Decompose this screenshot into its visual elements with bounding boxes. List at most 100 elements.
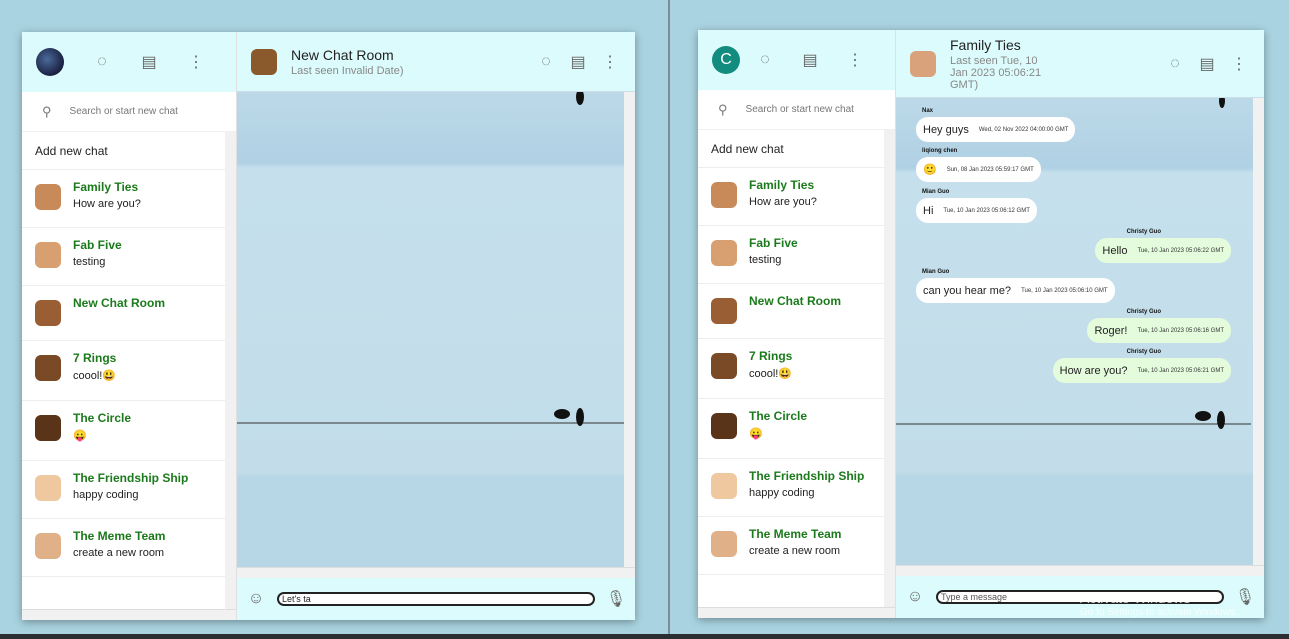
room-avatar xyxy=(35,475,61,501)
chat-list-scrollbar[interactable] xyxy=(225,132,236,609)
room-last-message: coool!😃 xyxy=(73,370,117,382)
room-last-message: happy coding xyxy=(73,489,139,501)
search-bar[interactable]: ⚲ Search or start new chat xyxy=(22,92,236,132)
microphone-icon[interactable]: 🎙 xyxy=(1234,586,1256,608)
chat-title: Family Ties xyxy=(950,36,1021,53)
message-sender: Nax xyxy=(922,108,934,114)
chat-body: Nax Hey guys Wed, 02 Nov 2022 04:00:00 GMT… xyxy=(896,98,1264,565)
room-name: The Friendship Ship xyxy=(73,471,189,485)
room-avatar xyxy=(711,413,737,439)
chat-room-item[interactable]: The Meme Team create a new room xyxy=(22,519,236,577)
room-name: Family Ties xyxy=(73,180,139,194)
chat-room-item[interactable]: Family Ties How are you? xyxy=(698,168,895,226)
room-avatar xyxy=(35,300,61,326)
search-input[interactable]: Search or start new chat xyxy=(70,106,178,117)
chat-room-item[interactable]: The Friendship Ship happy coding xyxy=(698,459,895,517)
message-text: How are you? xyxy=(1059,364,1128,377)
chat-room-item[interactable]: The Friendship Ship happy coding xyxy=(22,461,236,519)
chat-list-scrollbar[interactable] xyxy=(884,130,895,607)
chat-room-item[interactable]: Fab Five testing xyxy=(22,228,236,286)
message-bubble: Hi Tue, 10 Jan 2023 05:06:12 GMT xyxy=(916,198,1037,223)
chat-header: New Chat Room Last seen Invalid Date) ◌ ▤… xyxy=(237,32,635,92)
chat-list: Add new chat Family Ties How are you? Fab … xyxy=(698,130,895,607)
chat-scrollbar[interactable] xyxy=(624,92,635,567)
sidebar-header: C ◌ ▤ ⋮ xyxy=(698,30,895,90)
room-name: Fab Five xyxy=(749,236,798,250)
add-new-chat[interactable]: Add new chat xyxy=(698,130,895,168)
search-bar[interactable]: ⚲ Search or start new chat xyxy=(698,90,895,130)
search-input[interactable]: Search or start new chat xyxy=(746,104,854,115)
more-vertical-icon[interactable]: ⋮ xyxy=(1228,53,1250,75)
circle-notch-icon[interactable]: ◌ xyxy=(1164,53,1186,75)
last-seen: Last seen Invalid Date) xyxy=(291,64,404,77)
message-icon[interactable]: ▤ xyxy=(138,51,160,73)
message-composer: ☺ Let's ta 🎙 xyxy=(237,578,635,620)
screen-divider xyxy=(668,0,670,634)
chat-room-item[interactable]: The Meme Team create a new room xyxy=(698,517,895,575)
room-avatar xyxy=(711,240,737,266)
message: Christy Guo Roger! Tue, 10 Jan 2023 05:06:… xyxy=(1087,309,1231,343)
room-last-message: How are you? xyxy=(73,198,141,210)
message: Christy Guo Hello Tue, 10 Jan 2023 05:06:2… xyxy=(1095,229,1231,263)
user-avatar[interactable]: C xyxy=(712,46,740,74)
circle-notch-icon[interactable]: ◌ xyxy=(754,49,776,71)
circle-notch-icon[interactable]: ◌ xyxy=(535,51,557,73)
chat-hscrollbar[interactable] xyxy=(237,567,635,578)
chat-room-item[interactable]: 7 Rings coool!😃 xyxy=(698,339,895,399)
chat-scrollbar[interactable] xyxy=(1253,98,1264,565)
sidebar-header: ◌ ▤ ⋮ xyxy=(22,32,236,92)
message-bubble: can you hear me? Tue, 10 Jan 2023 05:06:1… xyxy=(916,278,1115,303)
message-time: Tue, 10 Jan 2023 05:06:12 GMT xyxy=(943,207,1030,214)
chat-room-item[interactable]: The Circle 😛 xyxy=(22,401,236,461)
chat-room-item[interactable]: The Circle 😛 xyxy=(698,399,895,459)
message-sender: Christy Guo xyxy=(1126,349,1161,355)
room-avatar xyxy=(910,50,936,77)
chat-room-item[interactable]: New Chat Room xyxy=(698,284,895,339)
room-name: The Meme Team xyxy=(73,529,166,543)
chat-list: Add new chat Family Ties How are you? Fab … xyxy=(22,132,236,609)
room-name: New Chat Room xyxy=(749,294,842,308)
circle-notch-icon[interactable]: ◌ xyxy=(91,51,113,73)
horizontal-scrollbar[interactable] xyxy=(698,607,895,618)
room-last-message: create a new room xyxy=(749,545,841,557)
chat-room-item[interactable]: 7 Rings coool!😃 xyxy=(22,341,236,401)
user-avatar[interactable] xyxy=(36,48,64,76)
add-new-chat[interactable]: Add new chat xyxy=(22,132,236,170)
message-input[interactable]: Let's ta xyxy=(277,592,595,606)
message-time: Tue, 10 Jan 2023 05:06:22 GMT xyxy=(1137,247,1225,254)
more-vertical-icon[interactable]: ⋮ xyxy=(844,49,866,71)
room-avatar xyxy=(711,531,737,557)
chat-body xyxy=(237,92,635,567)
horizontal-scrollbar[interactable] xyxy=(22,609,236,620)
message-time: Sun, 08 Jan 2023 05:59:17 GMT xyxy=(946,166,1034,173)
activate-windows-sub: Go to Settings to activate Windows. xyxy=(1080,607,1238,618)
smile-icon[interactable]: ☺ xyxy=(245,588,267,610)
more-vertical-icon[interactable]: ⋮ xyxy=(599,51,621,73)
message: Christy Guo How are you? Tue, 10 Jan 2023 … xyxy=(1052,349,1231,383)
room-avatar xyxy=(711,298,737,324)
more-vertical-icon[interactable]: ⋮ xyxy=(185,51,207,73)
message: Mian Guo Hi Tue, 10 Jan 2023 05:06:12 GMT xyxy=(916,189,1037,223)
room-name: The Circle xyxy=(749,409,808,423)
message-sender: liqiong chen xyxy=(922,148,958,154)
microphone-icon[interactable]: 🎙 xyxy=(605,588,627,610)
room-name: 7 Rings xyxy=(73,351,117,365)
chat-room-item[interactable]: Family Ties How are you? xyxy=(22,170,236,228)
room-avatar xyxy=(711,353,737,379)
room-avatar xyxy=(35,533,61,559)
room-name: The Friendship Ship xyxy=(749,469,865,483)
message-text: Roger! xyxy=(1094,324,1128,337)
search-icon: ⚲ xyxy=(42,103,52,119)
message-time: Tue, 10 Jan 2023 05:06:10 GMT xyxy=(1021,287,1108,294)
message-icon[interactable]: ▤ xyxy=(799,49,821,71)
message-icon[interactable]: ▤ xyxy=(567,51,589,73)
message-bubble: Hello Tue, 10 Jan 2023 05:06:22 GMT xyxy=(1095,238,1231,263)
chat-room-item[interactable]: New Chat Room xyxy=(22,286,236,341)
message-icon[interactable]: ▤ xyxy=(1196,53,1218,75)
chat-hscrollbar[interactable] xyxy=(896,565,1264,576)
chat-room-item[interactable]: Fab Five testing xyxy=(698,226,895,284)
room-last-message: testing xyxy=(73,256,106,268)
room-avatar xyxy=(35,415,61,441)
message-text: Hi xyxy=(923,204,934,217)
smile-icon[interactable]: ☺ xyxy=(904,586,926,608)
